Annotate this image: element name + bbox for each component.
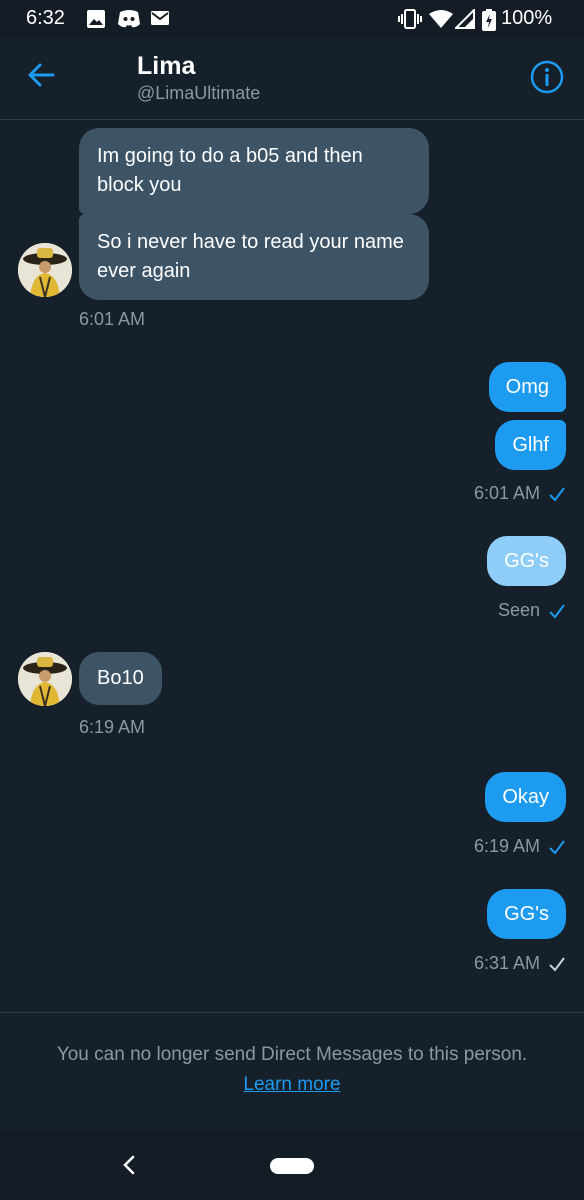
contact-name[interactable]: Lima xyxy=(137,52,195,81)
avatar[interactable] xyxy=(18,243,72,297)
timestamp: 6:31 AM xyxy=(473,953,540,973)
timestamp: 6:01 AM xyxy=(79,309,146,329)
message-status: 6:01 AM xyxy=(474,483,566,504)
timestamp: 6:19 AM xyxy=(473,836,540,856)
checkmark-icon xyxy=(549,956,565,972)
incoming-message[interactable]: Bo10 xyxy=(79,652,162,705)
conversation-header: Lima @LimaUltimate xyxy=(0,38,584,120)
avatar-image xyxy=(18,243,72,297)
outgoing-message[interactable]: Glhf xyxy=(495,420,566,470)
avatar[interactable] xyxy=(18,652,72,706)
checkmark-icon xyxy=(549,486,565,502)
checkmark-icon xyxy=(549,839,565,855)
seen-label: Seen xyxy=(497,600,540,620)
image-icon xyxy=(87,10,105,28)
divider xyxy=(0,1012,584,1013)
battery-percent: 100% xyxy=(501,7,553,29)
status-bar: 6:32 100% xyxy=(0,0,584,38)
discord-icon xyxy=(118,10,140,28)
info-icon[interactable] xyxy=(530,60,564,94)
message-status: 6:19 AM xyxy=(474,836,566,857)
outgoing-message[interactable]: GG's xyxy=(487,889,566,939)
dm-disabled-notice: You can no longer send Direct Messages t… xyxy=(56,1044,528,1065)
home-pill[interactable] xyxy=(270,1158,314,1174)
message-status: Seen xyxy=(498,600,566,621)
incoming-message[interactable]: Im going to do a b05 and then block you xyxy=(79,128,429,214)
outgoing-message[interactable]: Omg xyxy=(488,362,566,412)
signal-icon xyxy=(455,9,475,29)
navigation-bar xyxy=(0,1130,584,1200)
mail-icon xyxy=(151,11,169,25)
learn-more-link[interactable]: Learn more xyxy=(0,1074,584,1096)
arrow-left-icon[interactable] xyxy=(26,60,56,90)
checkmark-icon xyxy=(549,603,565,619)
timestamp: 6:01 AM xyxy=(473,483,540,503)
message-status: 6:31 AM xyxy=(474,953,566,974)
outgoing-message[interactable]: GG's xyxy=(487,536,566,586)
wifi-icon xyxy=(429,10,453,28)
vibrate-icon xyxy=(398,9,422,29)
battery-icon xyxy=(482,9,496,31)
avatar-image xyxy=(18,652,72,706)
outgoing-message[interactable]: Okay xyxy=(485,772,566,822)
nav-back-icon[interactable] xyxy=(120,1154,138,1176)
contact-handle[interactable]: @LimaUltimate xyxy=(137,83,260,104)
status-time: 6:32 xyxy=(26,7,65,29)
incoming-message[interactable]: So i never have to read your name ever a… xyxy=(79,214,429,300)
timestamp: 6:19 AM xyxy=(79,717,146,737)
